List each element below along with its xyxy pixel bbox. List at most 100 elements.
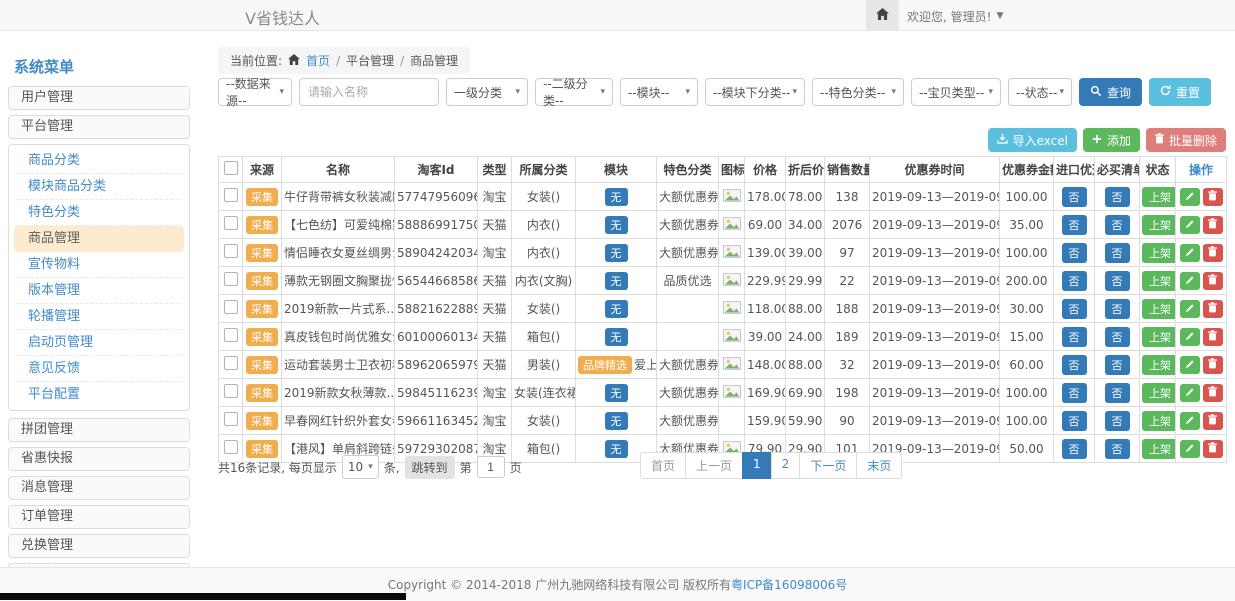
sidebar-item[interactable]: 意见反馈 [14,356,184,382]
status-button[interactable]: 上架 [1142,383,1176,403]
delete-button[interactable] [1203,188,1223,206]
edit-button[interactable] [1180,356,1200,374]
sidebar-item[interactable]: 模块商品分类 [14,174,184,200]
delete-button[interactable] [1203,384,1223,402]
sidebar-group[interactable]: 订单管理 [8,505,190,529]
add-button[interactable]: 添加 [1083,128,1140,152]
must-buy-toggle[interactable]: 否 [1105,355,1130,375]
import-select-toggle[interactable]: 否 [1062,299,1087,319]
batch-delete-button[interactable]: 批量删除 [1146,128,1226,152]
per-page-select[interactable]: 10 ▾ [342,455,379,479]
import-select-toggle[interactable]: 否 [1062,439,1087,459]
delete-button[interactable] [1203,328,1223,346]
delete-button[interactable] [1203,412,1223,430]
filter-select[interactable]: --特色分类--▾ [812,78,904,106]
sidebar-group[interactable]: 平台管理 [8,115,190,139]
edit-button[interactable] [1180,188,1200,206]
status-button[interactable]: 上架 [1142,187,1176,207]
filter-select[interactable]: --二级分类--▾ [535,78,613,106]
must-buy-toggle[interactable]: 否 [1105,327,1130,347]
edit-button[interactable] [1180,440,1200,458]
delete-button[interactable] [1203,216,1223,234]
import-select-toggle[interactable]: 否 [1062,243,1087,263]
status-button[interactable]: 上架 [1142,243,1176,263]
delete-button[interactable] [1203,300,1223,318]
row-checkbox[interactable] [224,244,238,258]
import-select-toggle[interactable]: 否 [1062,215,1087,235]
edit-button[interactable] [1180,272,1200,290]
edit-button[interactable] [1180,300,1200,318]
filter-select[interactable]: --模块下分类--▾ [705,78,805,106]
sidebar-item[interactable]: 商品分类 [14,148,184,174]
row-checkbox[interactable] [224,188,238,202]
must-buy-toggle[interactable]: 否 [1105,271,1130,291]
status-button[interactable]: 上架 [1142,439,1176,459]
jump-button[interactable]: 跳转到 [405,456,455,479]
row-checkbox[interactable] [224,384,238,398]
row-checkbox[interactable] [224,216,238,230]
search-button[interactable]: 查询 [1079,78,1142,106]
sidebar-item[interactable]: 平台配置 [14,382,184,407]
import-select-toggle[interactable]: 否 [1062,187,1087,207]
edit-button[interactable] [1180,244,1200,262]
sidebar-group[interactable]: 用户管理 [8,86,190,110]
delete-button[interactable] [1203,440,1223,458]
sidebar-item[interactable]: 商品管理 [14,226,184,252]
row-checkbox[interactable] [224,300,238,314]
edit-button[interactable] [1180,412,1200,430]
name-search-input[interactable] [299,78,439,106]
status-button[interactable]: 上架 [1142,355,1176,375]
home-button[interactable] [866,0,899,30]
row-checkbox[interactable] [224,412,238,426]
page-button[interactable]: 下一页 [799,452,857,479]
row-checkbox[interactable] [224,272,238,286]
must-buy-toggle[interactable]: 否 [1105,411,1130,431]
filter-select[interactable]: --数据来源--▾ [218,78,292,106]
delete-button[interactable] [1203,272,1223,290]
must-buy-toggle[interactable]: 否 [1105,243,1130,263]
icp-link[interactable]: 粤ICP备16098006号 [731,576,847,593]
must-buy-toggle[interactable]: 否 [1105,187,1130,207]
sidebar-item[interactable]: 宣传物料 [14,252,184,278]
sidebar-group[interactable]: 拼团管理 [8,418,190,442]
sidebar-item[interactable]: 特色分类 [14,200,184,226]
select-all-checkbox[interactable] [224,161,238,175]
edit-button[interactable] [1180,384,1200,402]
must-buy-toggle[interactable]: 否 [1105,439,1130,459]
edit-button[interactable] [1180,216,1200,234]
import-select-toggle[interactable]: 否 [1062,411,1087,431]
sidebar-group[interactable]: 兑换管理 [8,534,190,558]
filter-select[interactable]: --模块--▾ [620,78,698,106]
status-button[interactable]: 上架 [1142,271,1176,291]
breadcrumb-home-link[interactable]: 首页 [306,52,330,69]
must-buy-toggle[interactable]: 否 [1105,383,1130,403]
row-checkbox[interactable] [224,440,238,454]
status-button[interactable]: 上架 [1142,411,1176,431]
delete-button[interactable] [1203,356,1223,374]
sidebar-item[interactable]: 版本管理 [14,278,184,304]
page-number-input[interactable] [477,456,505,478]
import-excel-button[interactable]: 导入excel [988,128,1077,152]
row-checkbox[interactable] [224,328,238,342]
user-menu[interactable]: 欢迎您, 管理员! ▼ [907,8,1003,25]
reset-button[interactable]: 重置 [1149,78,1211,106]
page-button[interactable]: 末页 [856,452,902,479]
status-button[interactable]: 上架 [1142,215,1176,235]
edit-button[interactable] [1180,328,1200,346]
page-button[interactable]: 1 [742,452,772,479]
sidebar-item[interactable]: 启动页管理 [14,330,184,356]
import-select-toggle[interactable]: 否 [1062,355,1087,375]
filter-select[interactable]: --宝贝类型--▾ [911,78,1001,106]
filter-select[interactable]: --状态--▾ [1008,78,1072,106]
import-select-toggle[interactable]: 否 [1062,383,1087,403]
page-button[interactable]: 首页 [640,452,686,479]
sidebar-group[interactable]: 省惠快报 [8,447,190,471]
import-select-toggle[interactable]: 否 [1062,271,1087,291]
status-button[interactable]: 上架 [1142,327,1176,347]
must-buy-toggle[interactable]: 否 [1105,215,1130,235]
must-buy-toggle[interactable]: 否 [1105,299,1130,319]
row-checkbox[interactable] [224,356,238,370]
status-button[interactable]: 上架 [1142,299,1176,319]
sidebar-group[interactable]: 消息管理 [8,476,190,500]
sidebar-item[interactable]: 轮播管理 [14,304,184,330]
